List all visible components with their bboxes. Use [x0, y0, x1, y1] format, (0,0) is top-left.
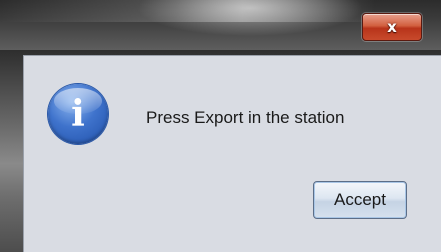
info-icon-glyph: i: [71, 93, 85, 135]
dialog-window: x i Press Export in the station Accept: [0, 0, 441, 252]
info-icon: i: [48, 84, 108, 144]
dialog-content: i Press Export in the station Accept: [23, 55, 441, 252]
dialog-message: Press Export in the station: [146, 108, 345, 127]
title-bar[interactable]: x: [0, 0, 441, 50]
close-button[interactable]: x: [362, 13, 422, 41]
accept-button[interactable]: Accept: [313, 181, 407, 219]
close-icon: x: [387, 17, 397, 36]
